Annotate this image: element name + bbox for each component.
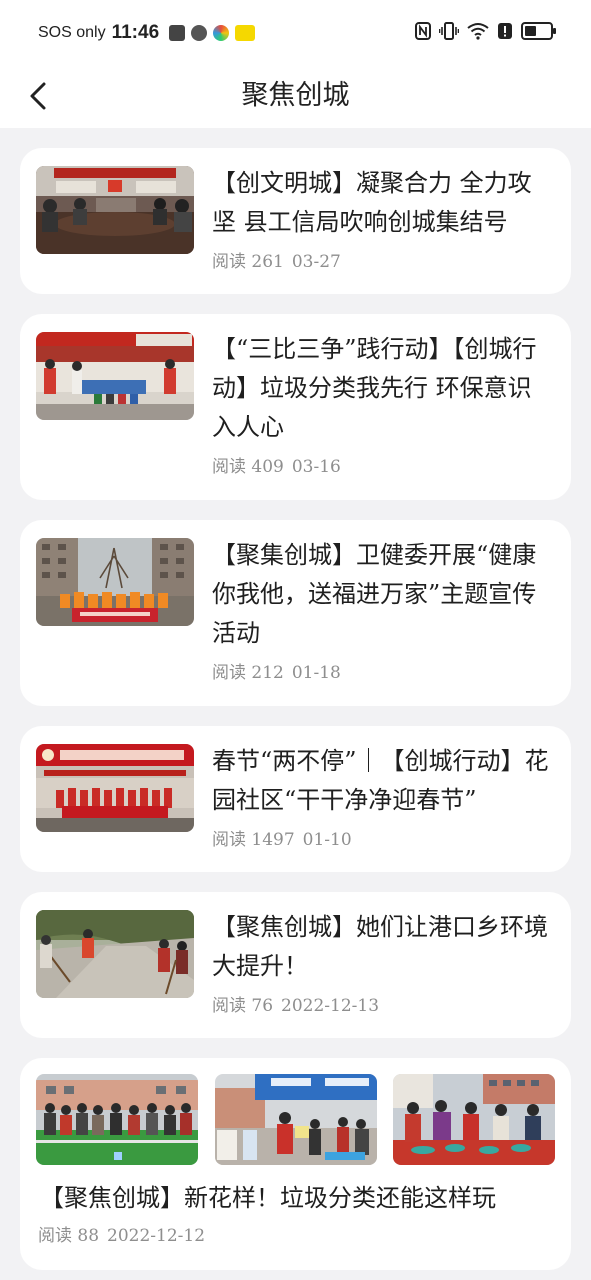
article-meta: 阅读 261 03-27 [212, 250, 555, 274]
article-text: 春节“两不停”｜【创城行动】花园社区“干干净净迎春节” 阅读 1497 01-10 [212, 742, 555, 856]
nfc-icon [415, 22, 431, 40]
status-right [415, 22, 556, 40]
article-meta: 阅读 76 2022-12-13 [212, 994, 555, 1018]
article-thumbnail [393, 1074, 555, 1165]
battery-level [525, 26, 536, 36]
yellow-app-icon [235, 25, 256, 41]
clock: 11:46 [111, 22, 160, 43]
article-title: 春节“两不停”｜【创城行动】花园社区“干干净净迎春节” [212, 747, 549, 814]
article-date: 2022-12-12 [107, 1226, 206, 1246]
status-bar: SOS only 11:46 [0, 0, 591, 64]
vibrate-icon [439, 22, 459, 40]
article-thumbnail [36, 910, 194, 998]
article-thumbnail [214, 1074, 377, 1165]
top-nav-bar: 聚焦创城 [0, 64, 591, 128]
article-card[interactable]: 春节“两不停”｜【创城行动】花园社区“干干净净迎春节” 阅读 1497 01-10 [20, 726, 571, 872]
status-left: SOS only 11:46 [38, 22, 256, 44]
article-title: 【聚焦创城】她们让港口乡环境大提升！ [212, 913, 548, 980]
app-notification-icon [191, 25, 208, 41]
article-text: 【聚集创城】卫健委开展“健康你我他，送福进万家”主题宣传活动 阅读 212 01-… [212, 536, 555, 690]
article-thumbnail-row [36, 1074, 555, 1165]
battery-icon [521, 22, 556, 40]
mail-notification-icon [169, 25, 186, 41]
article-text: 【聚焦创城】她们让港口乡环境大提升！ 阅读 76 2022-12-13 [212, 908, 555, 1022]
article-title: 【“三比三争”践行动】【创城行动】垃圾分类我先行 环保意识入人心 [212, 335, 537, 441]
carrier-label: SOS only [38, 24, 106, 41]
page-title: 聚焦创城 [241, 80, 350, 111]
read-count: 阅读 88 [38, 1226, 100, 1246]
article-date: 2022-12-13 [281, 996, 380, 1016]
article-card[interactable]: 【聚焦创城】她们让港口乡环境大提升！ 阅读 76 2022-12-13 [20, 892, 571, 1038]
read-count: 阅读 76 [212, 996, 274, 1016]
article-meta: 阅读 1497 01-10 [212, 828, 555, 852]
article-meta: 阅读 212 01-18 [212, 661, 555, 685]
article-title: 【聚集创城】卫健委开展“健康你我他，送福进万家”主题宣传活动 [212, 541, 537, 647]
article-card[interactable]: 【聚集创城】卫健委开展“健康你我他，送福进万家”主题宣传活动 阅读 212 01-… [20, 520, 571, 706]
read-count: 阅读 261 [212, 252, 284, 272]
article-thumbnail [36, 538, 194, 626]
read-count: 阅读 212 [212, 663, 284, 683]
article-card[interactable]: 【“三比三争”践行动】【创城行动】垃圾分类我先行 环保意识入人心 阅读 409 0… [20, 314, 571, 500]
article-date: 03-27 [291, 252, 341, 272]
article-text: 【“三比三争”践行动】【创城行动】垃圾分类我先行 环保意识入人心 阅读 409 0… [212, 330, 555, 484]
article-thumbnail [36, 1074, 198, 1165]
colorful-app-icon [213, 25, 230, 41]
article-date: 01-10 [302, 830, 352, 850]
article-title: 【聚焦创城】新花样！垃圾分类还能这样玩 [40, 1184, 496, 1212]
read-count: 阅读 409 [212, 457, 284, 477]
battery-tip [553, 28, 556, 34]
article-card[interactable]: 【创文明城】凝聚合力 全力攻坚 县工信局吹响创城集结号 阅读 261 03-27 [20, 148, 571, 294]
article-thumbnail [36, 166, 194, 254]
article-thumbnail [36, 744, 194, 832]
alert-icon [498, 23, 512, 39]
article-meta: 阅读 409 03-16 [212, 455, 555, 479]
article-list: 【创文明城】凝聚合力 全力攻坚 县工信局吹响创城集结号 阅读 261 03-27 [20, 148, 571, 1280]
article-thumbnail [36, 332, 194, 420]
read-count: 阅读 1497 [212, 830, 295, 850]
wifi-icon [467, 23, 489, 40]
article-card[interactable]: 【聚焦创城】新花样！垃圾分类还能这样玩 阅读 88 2022-12-12 [20, 1058, 571, 1270]
article-title: 【创文明城】凝聚合力 全力攻坚 县工信局吹响创城集结号 [212, 169, 532, 236]
article-text: 【创文明城】凝聚合力 全力攻坚 县工信局吹响创城集结号 阅读 261 03-27 [212, 164, 555, 278]
article-meta: 阅读 88 2022-12-12 [36, 1224, 555, 1248]
article-date: 01-18 [291, 663, 341, 683]
article-date: 03-16 [291, 457, 341, 477]
